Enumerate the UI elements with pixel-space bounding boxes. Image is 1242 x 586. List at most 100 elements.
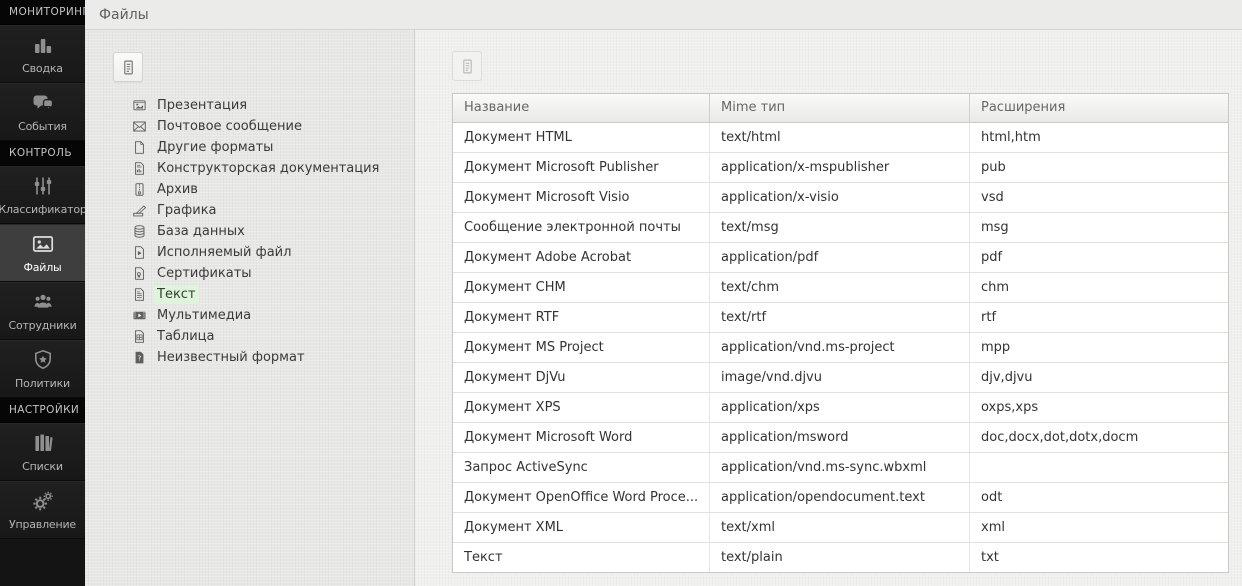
cell-mime: image/vnd.djvu <box>709 363 969 392</box>
cell-mime: text/msg <box>709 213 969 242</box>
tree-item[interactable]: Другие форматы <box>132 137 414 158</box>
table-row[interactable]: Документ Microsoft Visio application/x-v… <box>453 182 1228 212</box>
presentation-icon <box>132 98 147 113</box>
table-row[interactable]: Документ CHM text/chm chm <box>453 272 1228 302</box>
sidebar-item[interactable]: События <box>0 83 85 141</box>
sidebar-item[interactable]: Сводка <box>0 25 85 83</box>
sidebar-item-label: Списки <box>22 460 63 473</box>
doc-list-icon <box>120 59 137 76</box>
cell-mime: application/pdf <box>709 243 969 272</box>
cell-extensions: mpp <box>969 333 1228 362</box>
graphics-icon <box>132 203 147 218</box>
tree-item-label: Неизвестный формат <box>154 349 308 366</box>
cell-extensions: html,htm <box>969 123 1228 152</box>
shield-icon <box>30 348 56 372</box>
cell-mime: application/msword <box>709 423 969 452</box>
sidebar-item[interactable]: Управление <box>0 481 85 539</box>
file-types-panel: Название Mime тип Расширения Документ HT… <box>415 30 1242 586</box>
table-row[interactable]: Текст text/plain txt <box>453 542 1228 572</box>
tree-toolbar-button[interactable] <box>113 52 143 82</box>
cell-mime: application/xps <box>709 393 969 422</box>
database-icon <box>132 224 147 239</box>
column-header[interactable]: Расширения <box>969 94 1228 122</box>
cell-name: Документ DjVu <box>453 363 709 392</box>
cell-mime: text/xml <box>709 513 969 542</box>
cell-mime: text/rtf <box>709 303 969 332</box>
tree-item-label: Графика <box>154 202 220 219</box>
executable-icon <box>132 245 147 260</box>
cell-mime: application/x-mspublisher <box>709 153 969 182</box>
tree-item-label: Конструкторская документация <box>154 160 382 177</box>
image-icon <box>30 232 56 256</box>
cell-extensions <box>969 453 1228 482</box>
table-row[interactable]: Документ MS Project application/vnd.ms-p… <box>453 332 1228 362</box>
tree-item-label: Таблица <box>154 328 218 345</box>
tree-item[interactable]: Конструкторская документация <box>132 158 414 179</box>
cell-mime: text/html <box>709 123 969 152</box>
column-header[interactable]: Mime тип <box>709 94 969 122</box>
sidebar-item[interactable]: Списки <box>0 423 85 481</box>
sidebar-item-label: Сводка <box>22 62 63 75</box>
tree-item-label: Презентация <box>154 97 250 114</box>
cell-name: Сообщение электронной почты <box>453 213 709 242</box>
table-row[interactable]: Сообщение электронной почты text/msg msg <box>453 212 1228 242</box>
content: Презентация Почтовое сообщение Другие фо… <box>85 30 1242 586</box>
tree-item[interactable]: Сертификаты <box>132 263 414 284</box>
sidebar-section: КОНТРОЛЬ Классификатор Файлы <box>0 141 85 398</box>
tree-item[interactable]: Таблица <box>132 326 414 347</box>
table-row[interactable]: Документ XPS application/xps oxps,xps <box>453 392 1228 422</box>
cell-name: Запрос ActiveSync <box>453 453 709 482</box>
tree-item[interactable]: ? Неизвестный формат <box>132 347 414 368</box>
tree-item[interactable]: Почтовое сообщение <box>132 116 414 137</box>
cell-extensions: doc,docx,dot,dotx,docm <box>969 423 1228 452</box>
column-header[interactable]: Название <box>453 94 709 122</box>
cell-mime: application/vnd.ms-sync.wbxml <box>709 453 969 482</box>
sidebar-section: НАСТРОЙКИ Списки Управление <box>0 398 85 539</box>
unknown-doc-icon: ? <box>132 350 147 365</box>
cell-extensions: pub <box>969 153 1228 182</box>
cell-name: Документ XPS <box>453 393 709 422</box>
tree-item[interactable]: Архив <box>132 179 414 200</box>
sidebar-section-header: НАСТРОЙКИ <box>0 398 85 423</box>
sidebar-item-label: События <box>18 120 67 133</box>
tree-item[interactable]: База данных <box>132 221 414 242</box>
tree-item[interactable]: Исполняемый файл <box>132 242 414 263</box>
tree-item[interactable]: Презентация <box>132 95 414 116</box>
table-row[interactable]: Документ HTML text/html html,htm <box>453 123 1228 152</box>
sidebar-item[interactable]: Файлы <box>0 224 85 282</box>
sidebar-item[interactable]: Классификатор <box>0 166 85 224</box>
table-row[interactable]: Документ XML text/xml xml <box>453 512 1228 542</box>
tree-item[interactable]: Текст <box>132 284 414 305</box>
cell-extensions: odt <box>969 483 1228 512</box>
file-categories-tree: Презентация Почтовое сообщение Другие фо… <box>132 95 414 368</box>
tree-item-label: Мультимедиа <box>154 307 254 324</box>
cell-name: Документ OpenOffice Word Proce... <box>453 483 709 512</box>
table-row[interactable]: Запрос ActiveSync application/vnd.ms-syn… <box>453 452 1228 482</box>
sidebar-item[interactable]: Сотрудники <box>0 282 85 340</box>
cell-extensions: vsd <box>969 183 1228 212</box>
tree-item[interactable]: Мультимедиа <box>132 305 414 326</box>
table-row[interactable]: Документ Microsoft Publisher application… <box>453 152 1228 182</box>
multimedia-icon <box>132 308 147 323</box>
cell-name: Документ Adobe Acrobat <box>453 243 709 272</box>
cell-extensions: rtf <box>969 303 1228 332</box>
sidebar-section-header: МОНИТОРИНГ <box>0 0 85 25</box>
cell-mime: application/vnd.ms-project <box>709 333 969 362</box>
tree-item[interactable]: Графика <box>132 200 414 221</box>
table-row[interactable]: Документ Adobe Acrobat application/pdf p… <box>453 242 1228 272</box>
table-row[interactable]: Документ RTF text/rtf rtf <box>453 302 1228 332</box>
table-row[interactable]: Документ Microsoft Word application/mswo… <box>453 422 1228 452</box>
sidebar-item[interactable]: Политики <box>0 340 85 398</box>
cell-extensions: djv,djvu <box>969 363 1228 392</box>
cell-extensions: xml <box>969 513 1228 542</box>
cell-extensions: txt <box>969 543 1228 572</box>
table-body: Документ HTML text/html html,htm Докумен… <box>453 123 1228 572</box>
cell-name: Текст <box>453 543 709 572</box>
page-title: Файлы <box>99 7 149 23</box>
table-row[interactable]: Документ DjVu image/vnd.djvu djv,djvu <box>453 362 1228 392</box>
file-types-table: Название Mime тип Расширения Документ HT… <box>452 93 1229 573</box>
table-toolbar-button[interactable] <box>452 51 482 81</box>
tree-item-label: Другие форматы <box>154 139 276 156</box>
tree-item-label: Архив <box>154 181 201 198</box>
table-row[interactable]: Документ OpenOffice Word Proce... applic… <box>453 482 1228 512</box>
